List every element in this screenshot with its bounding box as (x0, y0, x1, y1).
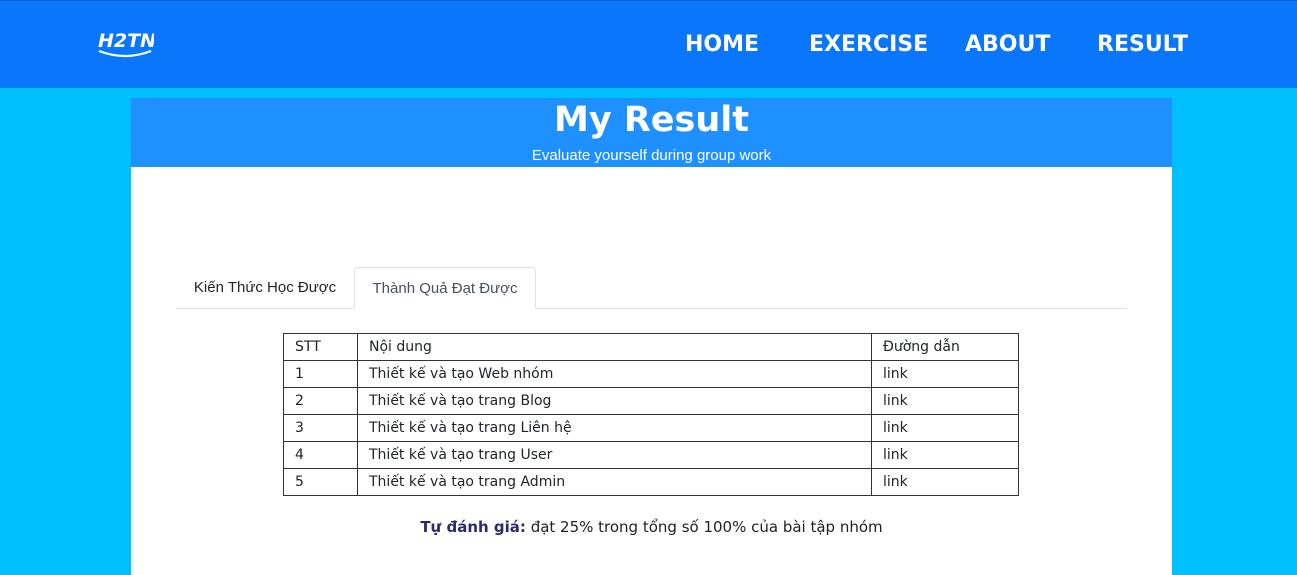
row-number: 4 (283, 441, 358, 469)
nav-about-link[interactable]: ABOUT (965, 32, 1050, 57)
self-evaluation: Tự đánh giá: đạt 25% trong tổng số 100% … (131, 518, 1172, 536)
results-table: STT Nội dung Đường dẫn 1 Thiết kế và tạo… (283, 333, 1019, 496)
row-link[interactable]: link (871, 414, 1019, 442)
main-content: My Result Evaluate yourself during group… (131, 98, 1172, 575)
row-number: 1 (283, 360, 358, 388)
nav-exercise-link[interactable]: EXERCISE (809, 32, 928, 57)
table-row: 1 Thiết kế và tạo Web nhóm link (283, 360, 1019, 388)
table-row: 2 Thiết kế và tạo trang Blog link (283, 387, 1019, 415)
self-evaluation-text: đạt 25% trong tổng số 100% của bài tập n… (530, 518, 883, 536)
page-subtitle: Evaluate yourself during group work (531, 147, 772, 164)
table-row: 5 Thiết kế và tạo trang Admin link (283, 468, 1019, 496)
row-content: Thiết kế và tạo trang Blog (357, 387, 872, 415)
row-content: Thiết kế và tạo trang Liên hệ (357, 414, 872, 442)
self-evaluation-label: Tự đánh giá: (420, 518, 526, 536)
row-number: 2 (283, 387, 358, 415)
tab-thanh-qua-dat-duoc[interactable]: Thành Quả Đạt Được (354, 267, 536, 309)
column-header-duong-dan: Đường dẫn (871, 333, 1019, 361)
table-header-row: STT Nội dung Đường dẫn (283, 333, 1019, 361)
tab-kien-thuc-hoc-duoc[interactable]: Kiến Thức Học Được (176, 267, 354, 308)
page-title: My Result (554, 100, 749, 140)
h2tn-logo[interactable]: H2TN (96, 28, 154, 60)
row-link[interactable]: link (871, 387, 1019, 415)
svg-text:H2TN: H2TN (98, 30, 154, 52)
column-header-noi-dung: Nội dung (357, 333, 872, 361)
row-content: Thiết kế và tạo trang User (357, 441, 872, 469)
row-content: Thiết kế và tạo Web nhóm (357, 360, 872, 388)
table-row: 3 Thiết kế và tạo trang Liên hệ link (283, 414, 1019, 442)
row-link[interactable]: link (871, 468, 1019, 496)
column-header-stt: STT (283, 333, 358, 361)
row-content: Thiết kế và tạo trang Admin (357, 468, 872, 496)
nav-result-link[interactable]: RESULT (1097, 32, 1188, 57)
row-number: 5 (283, 468, 358, 496)
row-link[interactable]: link (871, 441, 1019, 469)
nav-home-link[interactable]: HOME (685, 32, 759, 57)
tab-bar: Kiến Thức Học Được Thành Quả Đạt Được (176, 267, 1127, 309)
table-row: 4 Thiết kế và tạo trang User link (283, 441, 1019, 469)
page-header: My Result Evaluate yourself during group… (131, 98, 1172, 167)
row-link[interactable]: link (871, 360, 1019, 388)
top-navbar: H2TN HOME EXERCISE ABOUT RESULT (0, 0, 1297, 88)
row-number: 3 (283, 414, 358, 442)
